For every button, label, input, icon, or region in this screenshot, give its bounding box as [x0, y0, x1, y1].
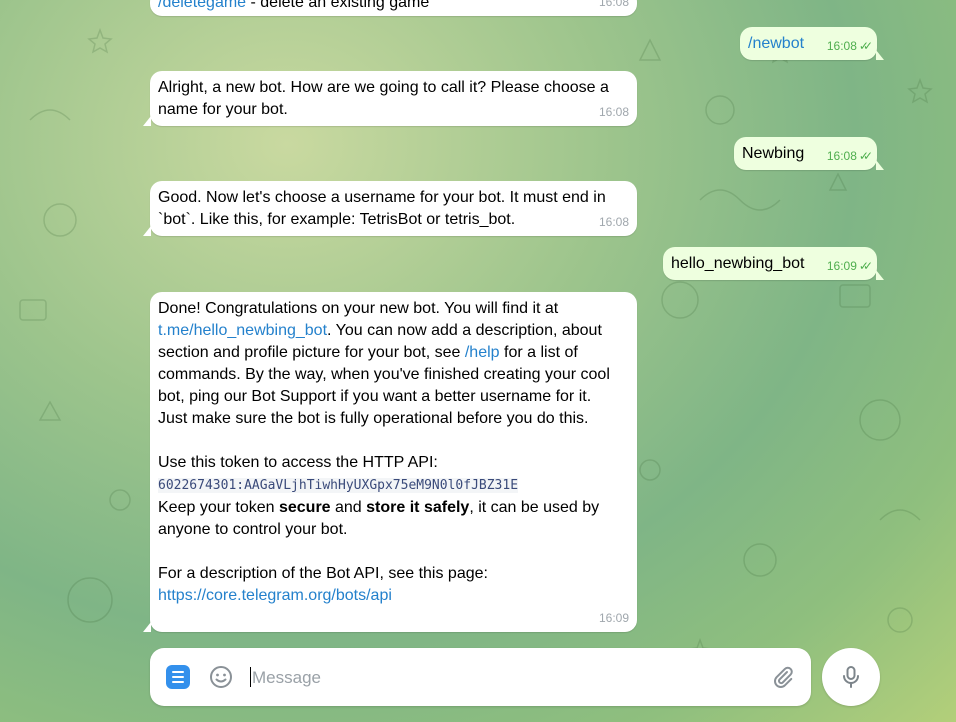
message-text: For a description of the Bot API, see th… [158, 565, 488, 582]
message-paragraph: Done! Congratulations on your new bot. Y… [158, 298, 623, 430]
message-composer [150, 648, 811, 706]
bubble-tail [143, 622, 151, 632]
message-time: 16:08 [598, 215, 629, 229]
microphone-icon [843, 666, 859, 688]
message-text: Keep your token [158, 499, 279, 516]
message-meta: 16:08 ✓✓ [826, 145, 873, 167]
message-outgoing: hello_newbing_bot 16:09 ✓✓ [663, 247, 884, 280]
message-incoming: /deletegame - delete an existing game 16… [150, 0, 637, 16]
message-meta: 16:08 ✓✓ [826, 35, 873, 57]
message-incoming: Good. Now let's choose a username for yo… [143, 181, 637, 236]
message-outgoing: Newbing 16:08 ✓✓ [734, 137, 884, 170]
message-time: 16:08 [826, 149, 857, 163]
message-outgoing: /newbot 16:08 ✓✓ [740, 27, 884, 60]
message-text: Alright, a new bot. How are we going to … [158, 79, 609, 118]
command-link[interactable]: /deletegame [158, 0, 246, 11]
message-time: 16:09 [598, 611, 629, 625]
bot-link[interactable]: t.me/hello_newbing_bot [158, 322, 327, 339]
smile-icon[interactable] [208, 664, 234, 690]
command-link[interactable]: /newbot [748, 35, 804, 52]
double-check-icon: ✓✓ [858, 259, 873, 273]
bubble-tail [143, 116, 151, 126]
bubble-tail [143, 226, 151, 236]
message-input[interactable] [250, 664, 754, 692]
double-check-icon: ✓✓ [858, 39, 873, 53]
message-text: Good. Now let's choose a username for yo… [158, 189, 606, 228]
message-text: Use this token to access the HTTP API: [158, 454, 438, 471]
message-paragraph: For a description of the Bot API, see th… [158, 563, 623, 607]
api-token[interactable]: 6022674301:AAGaVLjhTiwhHyUXGpx75eM9N0l0f… [158, 478, 519, 493]
help-command-link[interactable]: /help [465, 344, 500, 361]
message-incoming: Alright, a new bot. How are we going to … [143, 71, 637, 126]
bold-text: store it safely [366, 499, 470, 516]
menu-icon[interactable] [166, 665, 190, 689]
message-text: and [330, 499, 367, 516]
paperclip-icon[interactable] [770, 664, 796, 690]
message-time: 16:09 [826, 259, 857, 273]
message-paragraph: Use this token to access the HTTP API: 6… [158, 452, 623, 541]
text-caret [250, 667, 251, 687]
message-text: - delete an existing game [246, 0, 430, 11]
bubble-tail [876, 50, 884, 60]
message-time: 16:08 [826, 39, 857, 53]
bold-text: secure [278, 499, 331, 516]
microphone-button[interactable] [822, 648, 880, 706]
message-meta: 16:09 ✓✓ [826, 255, 873, 277]
bubble-tail [876, 160, 884, 170]
api-docs-link[interactable]: https://core.telegram.org/bots/api [158, 587, 392, 604]
message-incoming: Done! Congratulations on your new bot. Y… [143, 292, 637, 632]
message-time: 16:08 [598, 105, 629, 119]
message-text: Done! Congratulations on your new bot. Y… [158, 300, 559, 317]
bubble-tail [876, 270, 884, 280]
double-check-icon: ✓✓ [858, 149, 873, 163]
message-time: 16:08 [598, 0, 629, 9]
